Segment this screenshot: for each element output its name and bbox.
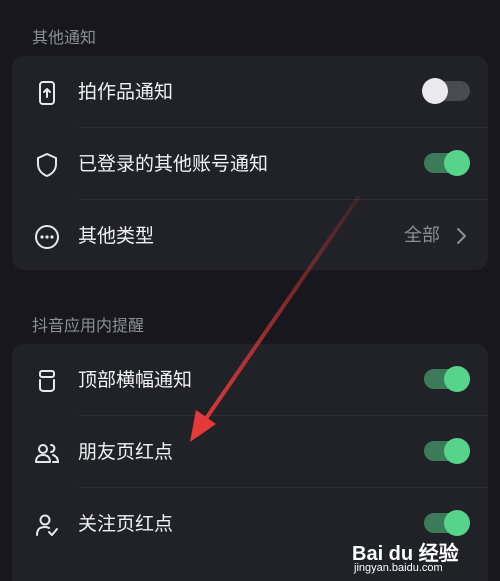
toggle-knob: [444, 510, 470, 536]
other-notifications-card: 拍作品通知 已登录的其他账号通知 其他类型 全部: [12, 56, 488, 270]
row-label: 关注页红点: [78, 513, 174, 535]
section-title-other-notifications: 其他通知: [32, 28, 97, 47]
row-other-types[interactable]: 其他类型 全部: [12, 200, 488, 272]
section-title-in-app-reminders: 抖音应用内提醒: [32, 316, 145, 335]
row-label: 顶部横幅通知: [78, 369, 193, 391]
row-label: 拍作品通知: [78, 81, 174, 103]
banner-icon: [39, 370, 55, 392]
top-banner-toggle[interactable]: [422, 366, 470, 392]
row-top-banner-notification[interactable]: 顶部横幅通知: [12, 344, 488, 416]
other-account-notification-toggle[interactable]: [422, 150, 470, 176]
row-label: 已登录的其他账号通知: [78, 153, 269, 175]
shield-icon: [37, 153, 57, 177]
row-post-notification[interactable]: 拍作品通知: [12, 56, 488, 128]
phone-upload-icon: [39, 81, 55, 105]
toggle-knob: [444, 366, 470, 392]
row-friends-red-dot[interactable]: 朋友页红点: [12, 416, 488, 488]
follow-red-dot-toggle[interactable]: [422, 510, 470, 536]
friends-red-dot-toggle[interactable]: [422, 438, 470, 464]
row-label: 其他类型: [78, 225, 155, 247]
baidu-jingyan-watermark: Bai du 经验 jingyan.baidu.com: [346, 537, 494, 577]
user-follow-icon: [36, 514, 58, 536]
more-circle-icon: [35, 225, 59, 249]
toggle-knob: [422, 78, 448, 104]
toggle-knob: [444, 438, 470, 464]
toggle-knob: [444, 150, 470, 176]
other-types-value: 全部: [404, 225, 440, 246]
row-other-account-notification[interactable]: 已登录的其他账号通知: [12, 128, 488, 200]
watermark-sub: jingyan.baidu.com: [354, 562, 443, 574]
post-notification-toggle[interactable]: [422, 78, 470, 104]
row-label: 朋友页红点: [78, 441, 174, 463]
friends-icon: [35, 444, 60, 463]
chevron-right-icon: [457, 228, 466, 244]
